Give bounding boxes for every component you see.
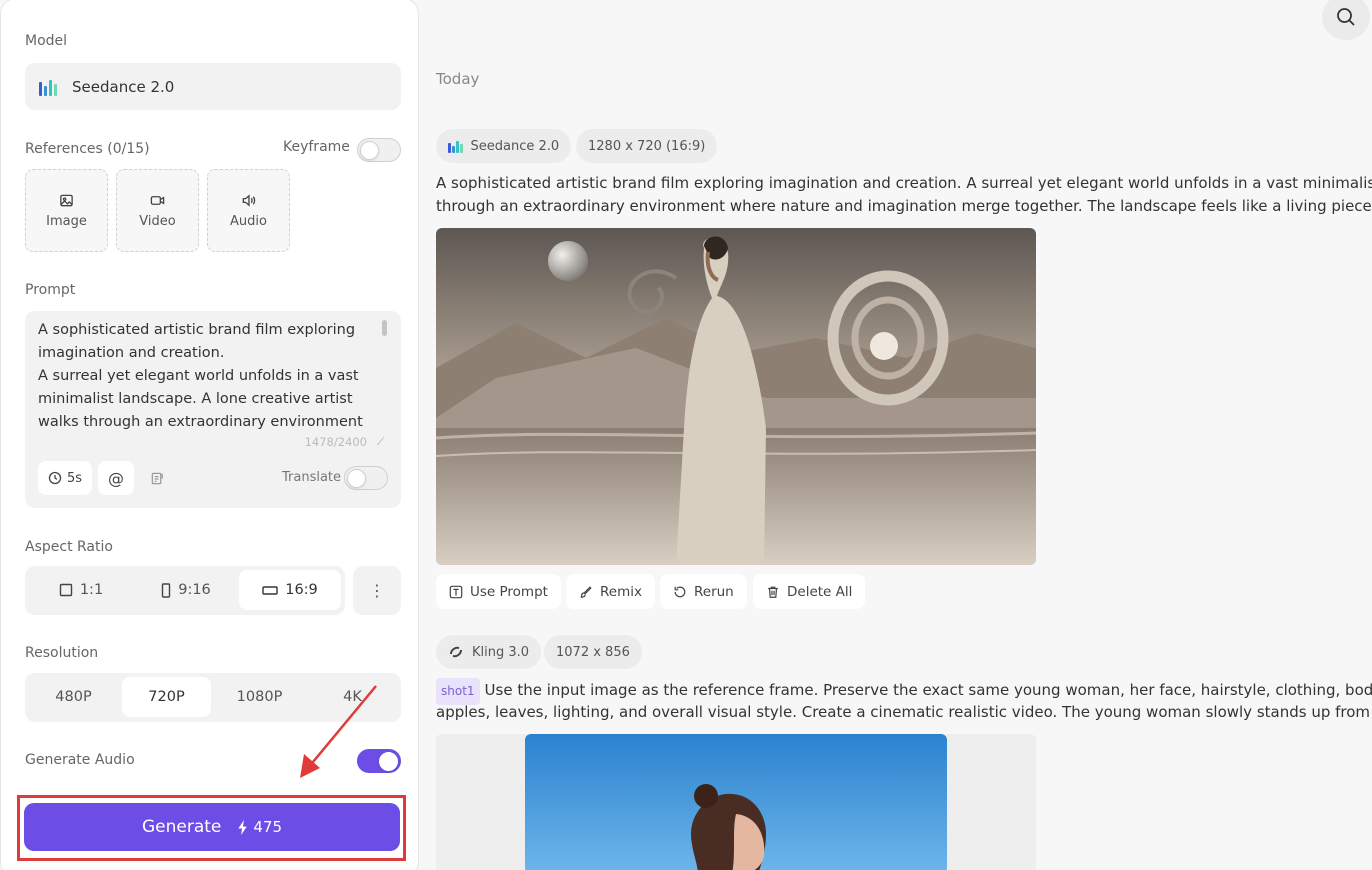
- portrait-icon: [162, 582, 171, 598]
- reference-image-button[interactable]: Image: [25, 169, 108, 252]
- bolt-icon: [238, 819, 248, 835]
- resize-handle-icon[interactable]: ⟋: [377, 437, 384, 448]
- prompt-label: Prompt: [25, 282, 76, 298]
- model-selector[interactable]: Seedance 2.0: [25, 63, 401, 110]
- more-vertical-icon[interactable]: ⋮: [353, 566, 401, 615]
- remix-label: Remix: [600, 583, 642, 600]
- use-prompt-button[interactable]: Use Prompt: [436, 574, 561, 609]
- generate-button[interactable]: Generate 475: [24, 803, 400, 851]
- prompt-text-content: Use the input image as the reference fra…: [484, 681, 1372, 699]
- duration-value: 5s: [66, 470, 83, 486]
- thumbnail-image: [436, 228, 1036, 565]
- brush-icon: [580, 585, 592, 598]
- section-title-today: Today: [436, 70, 480, 88]
- resolution-480p[interactable]: 480P: [29, 677, 118, 717]
- seedance-logo-icon: [448, 139, 463, 153]
- prompt-text-line: through an extraordinary environment whe…: [436, 197, 1372, 215]
- aspect-option-label: 1:1: [79, 582, 104, 598]
- annotation-arrow: [300, 685, 377, 778]
- rerun-button[interactable]: Rerun: [660, 574, 747, 609]
- notes-icon: [151, 472, 163, 484]
- translate-toggle[interactable]: [344, 466, 388, 490]
- translate-label: Translate: [282, 470, 342, 485]
- landscape-icon: [262, 585, 278, 595]
- resolution-720p[interactable]: 720P: [122, 677, 211, 717]
- prompt-textarea[interactable]: A sophisticated artistic brand film expl…: [38, 319, 368, 431]
- thumbnail-image: [525, 734, 947, 870]
- generated-video-thumbnail[interactable]: [436, 734, 1036, 870]
- model-label: Model: [25, 33, 68, 49]
- model-tag: Kling 3.0: [436, 635, 542, 669]
- keyframe-label: Keyframe: [283, 139, 350, 155]
- aspect-option-9-16[interactable]: 9:16: [133, 570, 239, 610]
- keyframe-toggle[interactable]: [357, 138, 401, 162]
- aspect-ratio-selector: 1:1 9:16 16:9: [25, 566, 345, 615]
- text-box-icon: [449, 585, 463, 598]
- prompt-text-line: A sophisticated artistic brand film expl…: [436, 174, 1372, 192]
- references-label: References (0/15): [25, 141, 150, 157]
- video-icon: [150, 195, 165, 205]
- notes-button[interactable]: [142, 461, 172, 495]
- generate-label: Generate: [141, 817, 222, 837]
- square-icon: [59, 583, 73, 597]
- resolution-label: Resolution: [25, 645, 99, 661]
- aspect-option-1-1[interactable]: 1:1: [29, 570, 133, 610]
- reference-audio-label: Audio: [230, 213, 267, 229]
- use-prompt-label: Use Prompt: [470, 583, 548, 600]
- remix-button[interactable]: Remix: [566, 574, 655, 609]
- delete-all-button[interactable]: Delete All: [753, 574, 866, 609]
- generate-audio-label: Generate Audio: [25, 752, 135, 768]
- clock-icon: [48, 471, 62, 485]
- aspect-option-label: 9:16: [178, 582, 211, 598]
- mention-button[interactable]: @: [98, 461, 134, 495]
- refresh-icon: [674, 586, 686, 597]
- reference-audio-button[interactable]: Audio: [207, 169, 290, 252]
- image-icon: [60, 194, 73, 206]
- reference-image-label: Image: [46, 213, 87, 229]
- model-tag-label: Kling 3.0: [472, 644, 530, 660]
- search-button[interactable]: [1322, 0, 1370, 40]
- aspect-option-label: 16:9: [285, 582, 318, 598]
- model-name: Seedance 2.0: [72, 77, 175, 96]
- aspect-option-16-9[interactable]: 16:9: [239, 570, 341, 610]
- trash-icon: [768, 586, 778, 598]
- seedance-logo-icon: [39, 78, 61, 96]
- search-icon: [1337, 8, 1355, 26]
- credit-cost: 475: [237, 818, 282, 836]
- aspect-ratio-label: Aspect Ratio: [25, 539, 113, 555]
- rerun-label: Rerun: [694, 583, 734, 600]
- model-tag: Seedance 2.0: [436, 129, 572, 163]
- audio-icon: [242, 193, 256, 207]
- dimensions-tag: 1280 x 720 (16:9): [576, 129, 718, 163]
- delete-all-label: Delete All: [787, 583, 853, 600]
- credit-value: 475: [253, 818, 283, 836]
- prompt-editor: A sophisticated artistic brand film expl…: [25, 311, 401, 508]
- prompt-char-counter: 1478/2400: [304, 435, 367, 449]
- kling-logo-icon: [450, 646, 462, 658]
- generated-video-thumbnail[interactable]: [436, 228, 1036, 565]
- at-icon: @: [108, 468, 124, 488]
- duration-chip[interactable]: 5s: [38, 461, 92, 495]
- reference-video-button[interactable]: Video: [116, 169, 199, 252]
- prompt-scrollbar[interactable]: [382, 320, 387, 336]
- model-tag-label: Seedance 2.0: [470, 138, 560, 154]
- dimensions-tag: 1072 x 856: [544, 635, 642, 669]
- prompt-text-line: apples, leaves, lighting, and overall vi…: [436, 703, 1372, 721]
- reference-video-label: Video: [139, 213, 176, 229]
